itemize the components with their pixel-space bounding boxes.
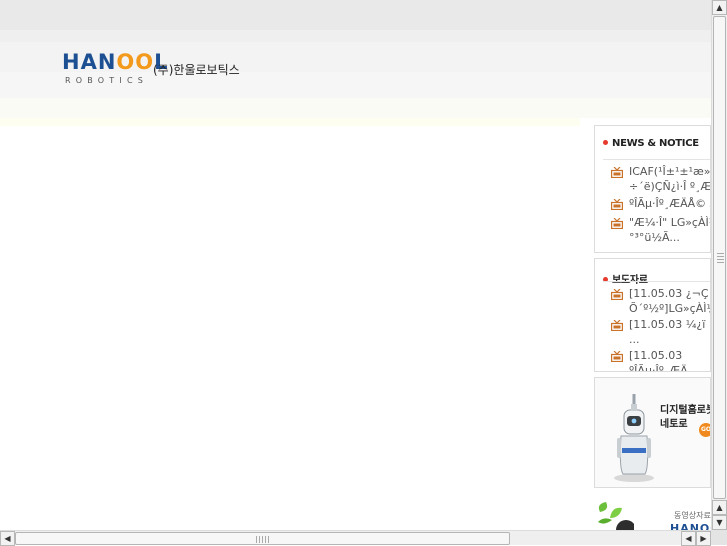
video-banner[interactable]: 동영상자료 HANOO — [594, 496, 711, 530]
press-item-text: [11.05.03 ¼­¿ï — [629, 318, 706, 331]
scroll-left-arrow-icon[interactable]: ◀ — [0, 531, 15, 546]
video-label: 동영상자료 — [674, 511, 711, 520]
content-band — [0, 118, 580, 126]
scroll-right-arrow-icon[interactable]: ▶ — [696, 531, 711, 546]
header-band — [0, 30, 711, 42]
news-item-text: °³°ü½Ã... — [629, 231, 680, 244]
header-band — [0, 0, 711, 30]
scroll-up-arrow-icon[interactable]: ▲ — [712, 500, 727, 515]
tv-icon — [611, 199, 623, 210]
press-item-text: ºÎÃµ·Îº¸ÆÄ — [629, 364, 688, 372]
news-item-text: ICAF(¹Î±¹±¹æ» — [629, 165, 711, 178]
company-name: (주)한울로보틱스 — [153, 63, 240, 77]
divider — [603, 281, 710, 282]
horizontal-scroll-thumb[interactable] — [15, 532, 510, 545]
press-item-text: ... — [629, 333, 640, 346]
browser-viewport: HANOOL ROBOTICS (주)한울로보틱스 NEWS & NOTICE … — [0, 0, 711, 530]
press-title[interactable]: 보도자료 — [603, 271, 648, 286]
news-item-text: ºÎÃµ·Îº¸ÆÄÅ© ÅÓ — [629, 197, 710, 210]
horizontal-scrollbar[interactable]: ◀ ◀ ▶ — [0, 530, 711, 546]
grip-icon — [717, 253, 724, 263]
video-logo: HANOO — [670, 522, 711, 530]
tv-icon — [611, 351, 623, 362]
vertical-scroll-thumb[interactable] — [713, 16, 726, 499]
go-button[interactable]: GO — [699, 423, 710, 437]
vertical-scrollbar[interactable]: ▲ ▲ ▼ — [711, 0, 727, 530]
robot-promo-banner[interactable]: 디지털홈로봇 네토로 GO — [594, 377, 711, 488]
leaf-icon — [598, 502, 634, 530]
news-notice-box: NEWS & NOTICE ICAF(¹Î±¹±¹æ» ÷´ë)ÇÑ¿ì·Î º… — [594, 125, 711, 253]
press-item-text: Õ´º½º]LG»çÀÌ½ — [629, 302, 711, 315]
tv-icon — [611, 218, 623, 229]
header-band — [0, 98, 711, 118]
press-item-text: [11.05.03 ¿¬Ç — [629, 287, 709, 300]
press-box: 보도자료 [11.05.03 ¿¬Ç Õ´º½º]LG»çÀÌ½ [11.05.… — [594, 258, 711, 372]
hanool-logo[interactable]: HANOOL ROBOTICS — [62, 50, 167, 90]
news-notice-title[interactable]: NEWS & NOTICE — [603, 138, 699, 149]
scrollbar-corner — [711, 530, 727, 545]
grip-icon — [256, 536, 270, 543]
divider — [603, 159, 710, 160]
bullet-icon — [603, 139, 608, 145]
scroll-up-arrow-icon[interactable]: ▲ — [712, 0, 727, 15]
tv-icon — [611, 289, 623, 300]
press-item-text: [11.05.03 — [629, 349, 683, 362]
logo-subtitle: ROBOTICS — [65, 76, 149, 85]
tv-icon — [611, 320, 623, 331]
tv-icon — [611, 167, 623, 178]
netoro-robot-image — [614, 394, 654, 482]
news-item-text: "Æ¼·Î" LG»çÀÌ½ — [629, 216, 711, 229]
news-item-text: ÷´ë)ÇÑ¿ì·Î º¸Æ½ — [629, 180, 711, 193]
scroll-left-arrow-icon[interactable]: ◀ — [681, 531, 696, 546]
scroll-down-arrow-icon[interactable]: ▼ — [712, 515, 727, 530]
